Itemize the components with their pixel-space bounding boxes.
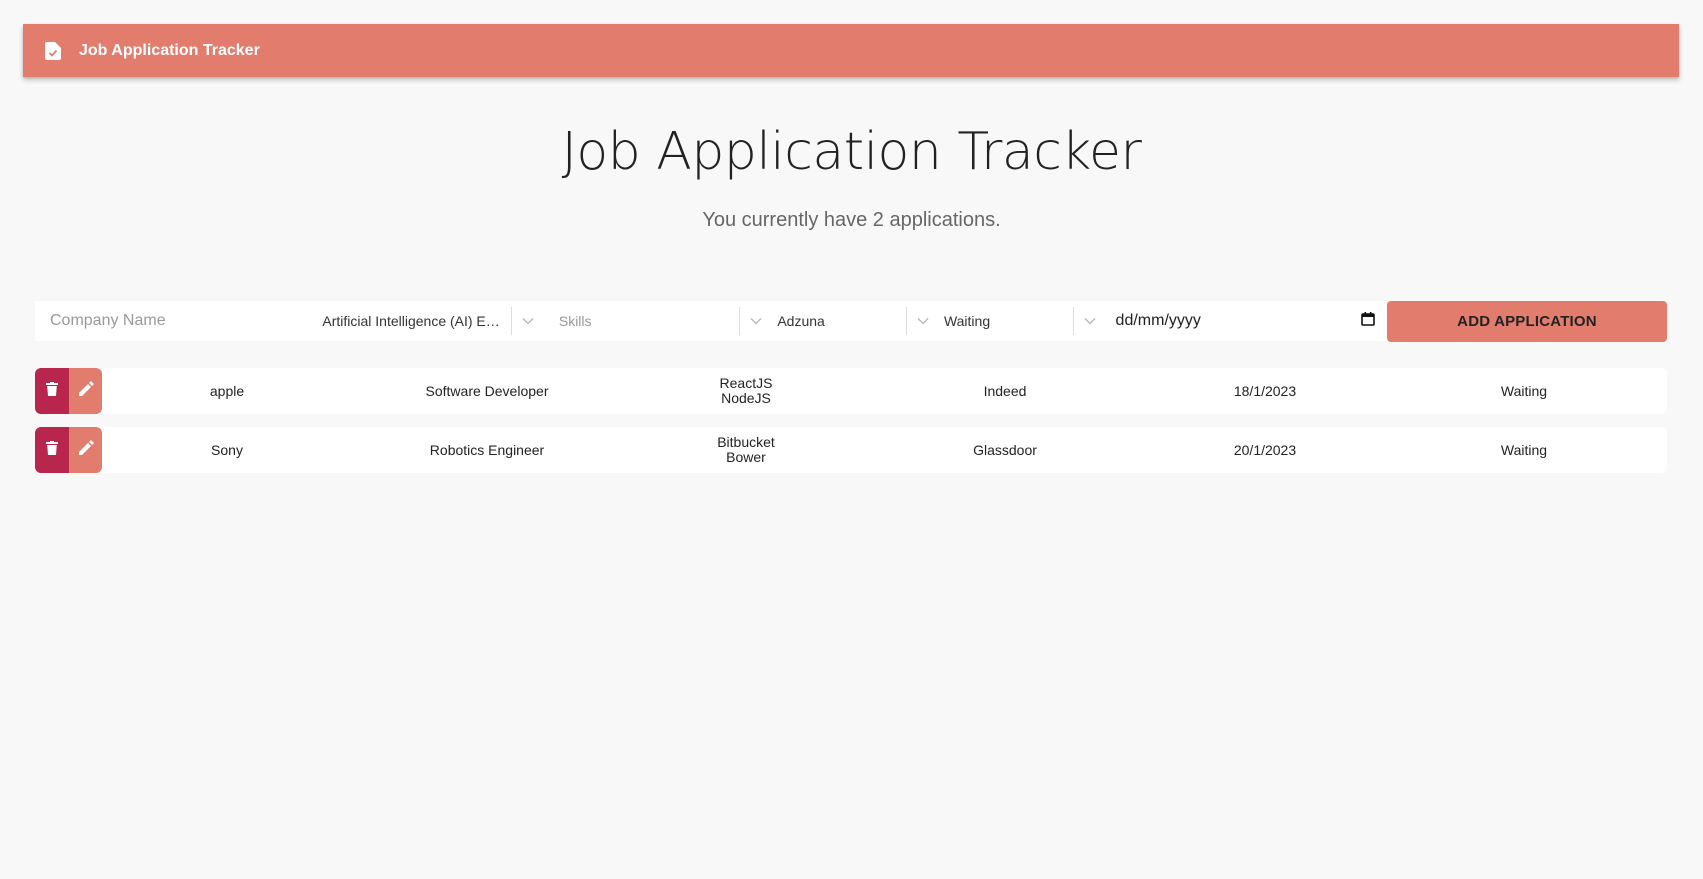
add-application-form: Artificial Intelligence (AI) En... Skill… [35, 301, 1667, 342]
skill-tag: ReactJS [719, 375, 773, 391]
skills-select[interactable]: Skills [544, 301, 741, 341]
skills-cell: ReactJS NodeJS [720, 368, 773, 414]
calendar-icon[interactable] [1361, 311, 1375, 331]
date-cell: 20/1/2023 [1233, 441, 1297, 458]
source-select[interactable]: Adzuna [772, 301, 908, 341]
edit-button[interactable] [69, 427, 102, 473]
table-row: Sony Robotics Engineer Bitbucket Bower G… [35, 427, 1667, 473]
skill-tag: Bitbucket [717, 434, 775, 450]
select-separator [906, 307, 908, 335]
status-dropdown-toggle[interactable] [1074, 312, 1106, 330]
row-actions [35, 368, 102, 414]
role-select[interactable]: Artificial Intelligence (AI) En... [322, 301, 512, 341]
app-bar: Job Application Tracker [23, 24, 1679, 77]
file-check-icon [45, 41, 61, 60]
source-cell: Glassdoor [973, 441, 1037, 458]
chevron-down-icon [1084, 312, 1096, 330]
app-bar-title: Job Application Tracker [79, 41, 260, 59]
date-input-value: dd/mm/yyyy [1115, 312, 1201, 329]
trash-icon [46, 381, 58, 401]
table-row: apple Software Developer ReactJS NodeJS … [35, 368, 1667, 414]
date-input[interactable]: dd/mm/yyyy [1106, 301, 1387, 341]
application-count-text: You currently have 2 applications. [702, 209, 1001, 231]
select-separator [510, 307, 512, 335]
skills-dropdown-toggle[interactable] [740, 312, 772, 330]
status-select-value: Waiting [943, 313, 991, 329]
skill-tag: Bower [726, 449, 766, 465]
role-cell: Software Developer [425, 382, 549, 399]
trash-icon [46, 440, 58, 460]
edit-button[interactable] [69, 368, 102, 414]
select-separator [1072, 307, 1074, 335]
status-cell: Waiting [1500, 441, 1548, 458]
skills-select-placeholder: Skills [558, 313, 592, 329]
skills-cell: Bitbucket Bower [717, 427, 775, 473]
select-separator [739, 307, 741, 335]
chevron-down-icon [917, 312, 929, 330]
add-application-button[interactable]: ADD APPLICATION [1387, 301, 1667, 342]
chevron-down-icon [522, 312, 534, 330]
applications-list: apple Software Developer ReactJS NodeJS … [35, 368, 1667, 486]
company-cell: Sony [211, 441, 243, 458]
pencil-icon [78, 380, 94, 402]
status-select[interactable]: Waiting [939, 301, 1074, 341]
role-dropdown-toggle[interactable] [512, 312, 544, 330]
company-cell: apple [209, 382, 245, 399]
role-select-value: Artificial Intelligence (AI) En... [322, 313, 503, 329]
source-cell: Indeed [983, 382, 1027, 399]
date-cell: 18/1/2023 [1233, 382, 1297, 399]
source-select-value: Adzuna [777, 313, 825, 329]
skill-tag: NodeJS [721, 390, 771, 406]
source-dropdown-toggle[interactable] [907, 312, 939, 330]
delete-button[interactable] [35, 368, 69, 414]
role-cell: Robotics Engineer [429, 441, 545, 458]
page-title: Job Application Tracker [561, 122, 1142, 182]
status-cell: Waiting [1500, 382, 1548, 399]
form-fields: Artificial Intelligence (AI) En... Skill… [35, 301, 1387, 341]
row-actions [35, 427, 102, 473]
company-name-field[interactable] [35, 301, 323, 341]
pencil-icon [78, 439, 94, 461]
chevron-down-icon [750, 312, 762, 330]
delete-button[interactable] [35, 427, 69, 473]
company-name-input[interactable] [48, 311, 323, 331]
